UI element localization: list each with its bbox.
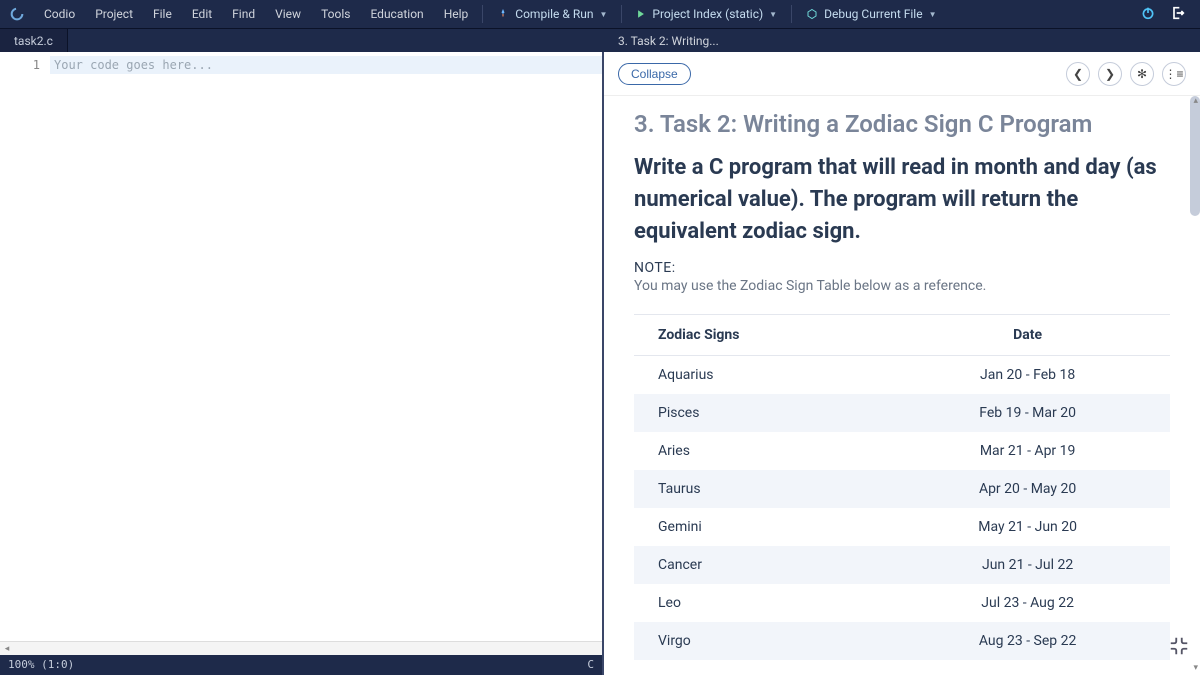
chevron-down-icon: ▼ xyxy=(769,10,777,19)
separator xyxy=(621,5,622,23)
table-row: LeoJul 23 - Aug 22 xyxy=(634,584,1170,622)
chevron-right-icon: ❯ xyxy=(1105,67,1115,81)
cell-sign: Taurus xyxy=(634,470,885,508)
line-number: 1 xyxy=(0,56,40,74)
status-position: 100% (1:0) xyxy=(8,655,74,675)
menu-help[interactable]: Help xyxy=(434,7,479,21)
editor-statusbar: 100% (1:0) C xyxy=(0,655,602,675)
separator xyxy=(791,5,792,23)
gear-icon: ✻ xyxy=(1137,67,1147,81)
separator xyxy=(482,5,483,23)
chevron-left-icon: ❮ xyxy=(1073,67,1083,81)
scroll-up-icon[interactable]: ▴ xyxy=(1193,96,1198,106)
vertical-scrollbar[interactable] xyxy=(1190,96,1200,216)
cell-date: May 21 - Jun 20 xyxy=(885,508,1170,546)
cell-sign: Leo xyxy=(634,584,885,622)
menubar: Codio Project File Edit Find View Tools … xyxy=(0,0,1200,28)
power-icon[interactable] xyxy=(1140,5,1156,24)
scroll-left-icon[interactable]: ◂ xyxy=(0,644,14,654)
editor-tab[interactable]: task2.c xyxy=(0,29,68,52)
col-header-date: Date xyxy=(885,314,1170,355)
cell-date: Jan 20 - Feb 18 xyxy=(885,355,1170,394)
guide-pane: Collapse ❮ ❯ ✻ ⋮≡ 3. Task 2: Writing a Z… xyxy=(604,52,1200,675)
guide-toolbar: Collapse ❮ ❯ ✻ ⋮≡ xyxy=(604,52,1200,96)
menu-view[interactable]: View xyxy=(265,7,311,21)
cell-sign: Virgo xyxy=(634,622,885,660)
rocket-icon xyxy=(497,8,509,20)
table-row: CancerJun 21 - Jul 22 xyxy=(634,546,1170,584)
tabbar: task2.c 3. Task 2: Writing... xyxy=(0,28,1200,52)
prev-page-button[interactable]: ❮ xyxy=(1066,62,1090,86)
play-icon xyxy=(636,9,646,19)
list-button[interactable]: ⋮≡ xyxy=(1162,62,1186,86)
guide-tab[interactable]: 3. Task 2: Writing... xyxy=(604,29,733,52)
note-label: NOTE: xyxy=(634,260,1170,276)
compile-run-label: Compile & Run xyxy=(515,7,593,21)
cell-date: Apr 20 - May 20 xyxy=(885,470,1170,508)
project-index-action[interactable]: Project Index (static) ▼ xyxy=(626,7,787,21)
scroll-down-icon[interactable]: ▾ xyxy=(1193,663,1198,673)
guide-instruction: Write a C program that will read in mont… xyxy=(634,152,1170,248)
project-index-label: Project Index (static) xyxy=(652,7,763,21)
horizontal-scrollbar[interactable]: ◂ xyxy=(0,641,602,655)
compress-icon xyxy=(1168,635,1190,657)
table-row: GeminiMay 21 - Jun 20 xyxy=(634,508,1170,546)
cell-date: Jun 21 - Jul 22 xyxy=(885,546,1170,584)
code-placeholder: Your code goes here... xyxy=(50,56,602,74)
cell-date: Mar 21 - Apr 19 xyxy=(885,432,1170,470)
cell-sign: Cancer xyxy=(634,546,885,584)
guide-title: 3. Task 2: Writing a Zodiac Sign C Progr… xyxy=(634,110,1170,138)
line-gutter: 1 xyxy=(0,52,50,641)
cell-date: Feb 19 - Mar 20 xyxy=(885,394,1170,432)
fullscreen-button[interactable] xyxy=(1168,635,1190,657)
debug-label: Debug Current File xyxy=(824,7,922,21)
cell-sign: Aquarius xyxy=(634,355,885,394)
settings-button[interactable]: ✻ xyxy=(1130,62,1154,86)
cell-sign: Pisces xyxy=(634,394,885,432)
editor-pane: 1 Your code goes here... ◂ 100% (1:0) C xyxy=(0,52,604,675)
chevron-down-icon: ▼ xyxy=(599,10,607,19)
cell-date: Aug 23 - Sep 22 xyxy=(885,622,1170,660)
debug-action[interactable]: Debug Current File ▼ xyxy=(796,7,946,21)
cell-sign: Gemini xyxy=(634,508,885,546)
app-logo xyxy=(0,6,34,22)
chevron-down-icon: ▼ xyxy=(929,10,937,19)
table-row: AquariusJan 20 - Feb 18 xyxy=(634,355,1170,394)
menu-tools[interactable]: Tools xyxy=(311,7,360,21)
debug-icon xyxy=(806,8,818,20)
table-row: PiscesFeb 19 - Mar 20 xyxy=(634,394,1170,432)
zodiac-table: Zodiac Signs Date AquariusJan 20 - Feb 1… xyxy=(634,314,1170,660)
table-row: TaurusApr 20 - May 20 xyxy=(634,470,1170,508)
menu-edit[interactable]: Edit xyxy=(182,7,222,21)
menu-find[interactable]: Find xyxy=(222,7,265,21)
menu-codio[interactable]: Codio xyxy=(34,7,85,21)
menu-education[interactable]: Education xyxy=(360,7,433,21)
status-language: C xyxy=(587,655,594,675)
logout-icon[interactable] xyxy=(1170,5,1186,24)
table-row: VirgoAug 23 - Sep 22 xyxy=(634,622,1170,660)
list-icon: ⋮≡ xyxy=(1164,67,1183,81)
menu-file[interactable]: File xyxy=(143,7,182,21)
col-header-sign: Zodiac Signs xyxy=(634,314,885,355)
table-row: AriesMar 21 - Apr 19 xyxy=(634,432,1170,470)
menu-project[interactable]: Project xyxy=(85,7,143,21)
next-page-button[interactable]: ❯ xyxy=(1098,62,1122,86)
compile-run-action[interactable]: Compile & Run ▼ xyxy=(487,7,617,21)
cell-sign: Aries xyxy=(634,432,885,470)
cell-date: Jul 23 - Aug 22 xyxy=(885,584,1170,622)
guide-content[interactable]: 3. Task 2: Writing a Zodiac Sign C Progr… xyxy=(604,96,1200,675)
note-text: You may use the Zodiac Sign Table below … xyxy=(634,278,1170,294)
code-editor[interactable]: 1 Your code goes here... xyxy=(0,52,602,641)
collapse-button[interactable]: Collapse xyxy=(618,63,691,85)
